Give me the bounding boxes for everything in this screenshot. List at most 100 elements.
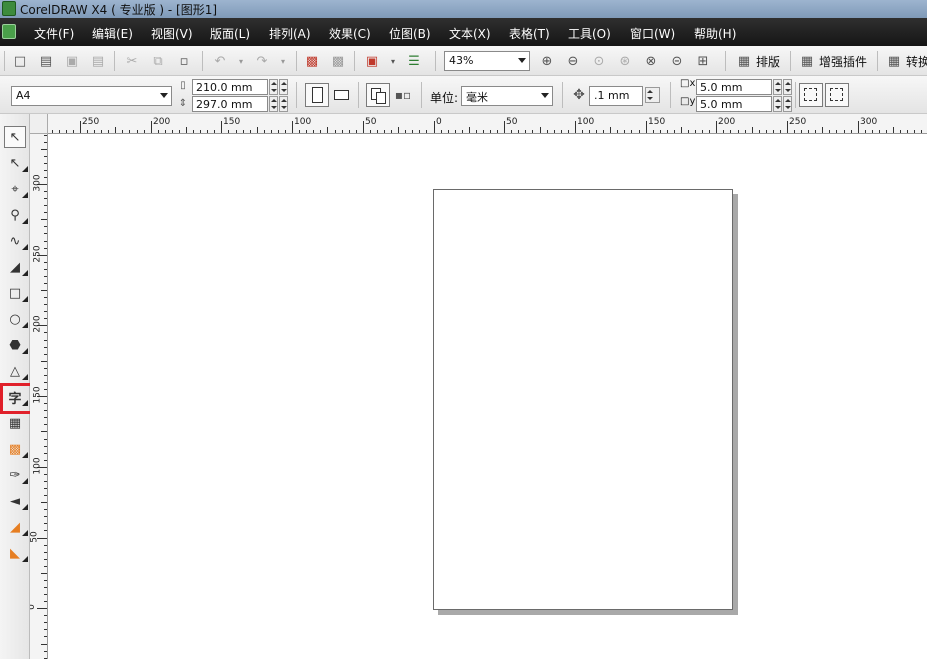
outline-tool-icon[interactable]: ◄ [4,490,28,512]
toolbar-separator [795,82,796,108]
all-pages-icon-back [376,92,386,104]
nudge-distance-field[interactable]: .1 mm [589,86,643,106]
page-width-field[interactable]: 210.0 mm [192,79,268,95]
ruler-tick [405,130,406,133]
undo-icon[interactable]: ↶ [210,51,230,71]
portrait-button[interactable] [305,83,329,107]
cut-icon[interactable]: ✂ [122,51,142,71]
menu-view[interactable]: 视图(V) [151,25,193,42]
fill-tool-icon[interactable]: ◢ [4,516,28,538]
units-label: 单位: [430,91,459,105]
duplicate-y-field[interactable]: 5.0 mm [696,96,772,112]
eyedropper-tool-icon[interactable]: ✑ [4,464,28,486]
page-height-field[interactable]: 297.0 mm [192,96,268,112]
ruler-tick [412,130,413,133]
save-icon[interactable]: ▣ [62,51,82,71]
ruler-tick [801,130,802,133]
zoom-page-icon[interactable]: ⊗ [641,51,661,71]
duplicate-y-stepper[interactable] [773,96,782,112]
vertical-ruler[interactable]: 300 250 200 150 100 50 0 [30,134,48,659]
redo-dropdown-icon[interactable]: ▾ [273,51,293,71]
application-launcher-icon[interactable]: ▣ [362,51,382,71]
smart-fill-tool-icon[interactable]: ◢ [4,256,28,278]
layout-plugin-icon[interactable]: ▦ [734,51,754,71]
ruler-tick [44,382,47,383]
pick-tool-icon[interactable]: ↖ [4,126,26,148]
page-size-select[interactable]: A4 [11,86,172,106]
table-tool-icon[interactable]: ▦ [4,412,26,434]
nudge-distance-stepper[interactable] [645,87,660,103]
menu-table[interactable]: 表格(T) [509,25,550,42]
landscape-icon[interactable] [334,90,349,100]
ruler-tick [44,135,47,136]
shape-tool-icon[interactable]: ↖ [4,152,28,174]
zoom-out-icon[interactable]: ⊖ [563,51,583,71]
zoom-tool-icon[interactable]: ⚲ [4,204,28,226]
menu-tools[interactable]: 工具(O) [568,25,611,42]
layout-plugin-button[interactable]: 排版 [756,53,780,70]
page-width-stepper[interactable] [269,79,278,95]
menu-bitmaps[interactable]: 位图(B) [389,25,431,42]
menu-text[interactable]: 文本(X) [449,25,491,42]
paste-icon[interactable]: ▫ [174,51,194,71]
convert-plugin-button[interactable]: 转换 [906,53,927,70]
zoom-in-icon[interactable]: ⊕ [537,51,557,71]
menu-help[interactable]: 帮助(H) [694,25,736,42]
page-width-stepper-alt[interactable] [279,79,288,95]
zoom-page-height-icon[interactable]: ⊞ [693,51,713,71]
zoom-level-select[interactable]: 43% [444,51,530,71]
current-page-icon[interactable]: ▪▫ [393,85,413,105]
freehand-tool-icon[interactable]: ∿ [4,230,28,252]
menu-layout[interactable]: 版面(L) [210,25,250,42]
page-height-stepper[interactable] [269,96,278,112]
convert-plugin-icon[interactable]: ▦ [884,51,904,71]
ellipse-tool-icon[interactable]: ○ [4,308,28,330]
open-folder-icon[interactable]: ▤ [36,51,56,71]
menu-edit[interactable]: 编辑(E) [92,25,133,42]
treat-as-filled-button[interactable] [799,83,823,107]
ruler-tick [476,130,477,133]
units-select[interactable]: 毫米 [461,86,553,106]
polygon-tool-icon[interactable]: ⬣ [4,334,28,356]
launcher-dropdown-icon[interactable]: ▾ [383,51,403,71]
ruler-tick [44,417,47,418]
welcome-screen-icon[interactable]: ☰ [404,51,424,71]
zoom-selected-icon[interactable]: ⊙ [589,51,609,71]
zoom-page-width-icon[interactable]: ⊝ [667,51,687,71]
copy-icon[interactable]: ⧉ [148,51,168,71]
duplicate-x-stepper-alt[interactable] [783,79,792,95]
crop-tool-icon[interactable]: ⌖ [4,178,28,200]
menu-file[interactable]: 文件(F) [34,25,74,42]
all-pages-button[interactable] [366,83,390,107]
print-icon[interactable]: ▤ [88,51,108,71]
duplicate-y-stepper-alt[interactable] [783,96,792,112]
undo-dropdown-icon[interactable]: ▾ [231,51,251,71]
snap-to-objects-button[interactable] [825,83,849,107]
export-icon[interactable]: ▩ [328,51,348,71]
page-width-icon: ▯ [180,79,186,91]
zoom-all-objects-icon[interactable]: ⊛ [615,51,635,71]
new-document-icon[interactable]: □ [10,51,30,71]
ruler-tick [200,130,201,133]
ruler-origin-corner[interactable] [30,114,48,134]
page-height-stepper-alt[interactable] [279,96,288,112]
menu-arrange[interactable]: 排列(A) [269,25,311,42]
horizontal-ruler[interactable]: 250 200 150 100 50 0 50 100 150 200 250 300 [48,114,927,134]
menu-effects[interactable]: 效果(C) [329,25,371,42]
duplicate-x-field[interactable]: 5.0 mm [696,79,772,95]
ruler-tick [44,552,47,553]
ruler-tick [186,127,187,133]
enhance-plugin-icon[interactable]: ▦ [797,51,817,71]
rectangle-tool-icon[interactable]: □ [4,282,28,304]
ruler-label: 0 [30,604,37,610]
enhance-plugin-button[interactable]: 增强插件 [819,53,867,70]
menu-window[interactable]: 窗口(W) [630,25,675,42]
document-page[interactable] [433,189,733,610]
import-icon[interactable]: ▩ [302,51,322,71]
document-icon[interactable] [2,24,16,39]
basic-shapes-tool-icon[interactable]: △ [4,360,28,382]
redo-icon[interactable]: ↷ [252,51,272,71]
interactive-fill-tool-icon[interactable]: ◣ [4,542,28,564]
duplicate-x-stepper[interactable] [773,79,782,95]
interactive-blend-tool-icon[interactable]: ▩ [4,438,28,460]
